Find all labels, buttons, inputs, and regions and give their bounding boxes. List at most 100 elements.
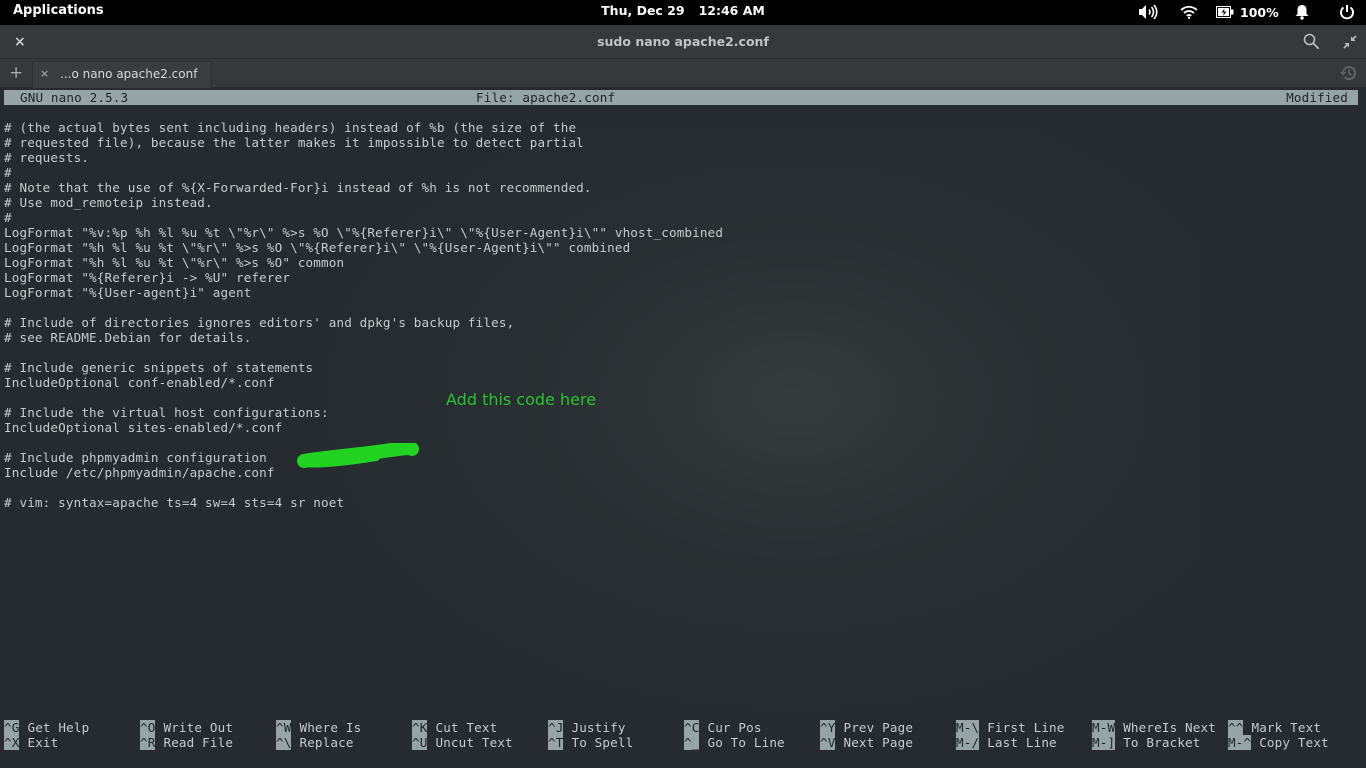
- tab-nano-apache2[interactable]: × ...o nano apache2.conf: [32, 61, 212, 88]
- shortcut-key: ^X: [4, 735, 20, 750]
- shortcut-label: Copy Text: [1259, 735, 1329, 750]
- annotation-text: Add this code here: [446, 390, 597, 409]
- wifi-icon[interactable]: [1180, 3, 1198, 21]
- shortcut-label: Replace: [299, 735, 354, 750]
- shortcut-read-file[interactable]: ^R Read File: [140, 735, 233, 750]
- notifications-bell-icon[interactable]: [1295, 3, 1309, 21]
- shortcut-write-out[interactable]: ^O Write Out: [140, 720, 233, 735]
- battery-icon[interactable]: [1216, 3, 1234, 21]
- new-tab-button[interactable]: +: [9, 63, 23, 83]
- window-titlebar: × sudo nano apache2.conf: [0, 25, 1366, 59]
- shortcut-label: Cut Text: [435, 720, 498, 735]
- search-icon[interactable]: [1303, 33, 1320, 54]
- code-line: #: [4, 165, 12, 180]
- window-title: sudo nano apache2.conf: [597, 34, 769, 49]
- shortcut-label: Last Line: [987, 735, 1057, 750]
- code-line: # Use mod_remoteip instead.: [4, 195, 213, 210]
- shortcut-go-to-line[interactable]: ^_ Go To Line: [684, 735, 785, 750]
- shortcut-key: ^O: [140, 720, 156, 735]
- shortcut-justify[interactable]: ^J Justify: [548, 720, 626, 735]
- shortcut-copy-text[interactable]: M-^ Copy Text: [1228, 735, 1329, 750]
- shortcut-key: ^\: [276, 735, 292, 750]
- shortcut-key: ^K: [412, 720, 428, 735]
- code-line: # see README.Debian for details.: [4, 330, 252, 345]
- shortcut-label: WhereIs Next: [1123, 720, 1216, 735]
- shortcut-last-line[interactable]: M-/ Last Line: [956, 735, 1057, 750]
- shortcut-uncut-text[interactable]: ^U Uncut Text: [412, 735, 513, 750]
- shortcut-label: Next Page: [843, 735, 914, 750]
- code-line: # vim: syntax=apache ts=4 sw=4 sts=4 sr …: [4, 495, 345, 510]
- shortcut-label: Exit: [27, 735, 59, 750]
- shortcut-prev-page[interactable]: ^Y Prev Page: [820, 720, 913, 735]
- code-line: # Note that the use of %{X-Forwarded-For…: [4, 180, 592, 195]
- shortcut-label: Cur Pos: [707, 720, 762, 735]
- unmaximize-icon[interactable]: [1343, 34, 1357, 53]
- shortcut-key: ^W: [276, 720, 292, 735]
- shortcut-key: M-/: [956, 735, 980, 750]
- shortcut-exit[interactable]: ^X Exit: [4, 735, 58, 750]
- code-line: LogFormat "%v:%p %h %l %u %t \"%r\" %>s …: [4, 225, 724, 240]
- shortcut-key: ^^: [1228, 720, 1244, 735]
- shortcut-whereis-next[interactable]: M-W WhereIs Next: [1092, 720, 1216, 735]
- shortcut-get-help[interactable]: ^G Get Help: [4, 720, 89, 735]
- shortcut-key: ^V: [820, 735, 836, 750]
- code-line: LogFormat "%{Referer}i -> %U" referer: [4, 270, 291, 285]
- code-line: # Include generic snippets of statements: [4, 360, 314, 375]
- shortcut-label: Get Help: [27, 720, 90, 735]
- nano-header-bar: GNU nano 2.5.3 File: apache2.conf Modifi…: [4, 90, 1358, 105]
- shortcut-key: ^J: [548, 720, 564, 735]
- history-icon[interactable]: [1339, 64, 1357, 86]
- shortcut-key: ^Y: [820, 720, 836, 735]
- clock-time[interactable]: 12:46 AM: [699, 3, 765, 18]
- code-line: # requested file), because the latter ma…: [4, 135, 584, 150]
- shortcut-label: To Spell: [571, 735, 634, 750]
- code-line: # (the actual bytes sent including heade…: [4, 120, 577, 135]
- nano-version: GNU nano 2.5.3: [20, 90, 129, 105]
- shortcut-label: Prev Page: [843, 720, 914, 735]
- clock[interactable]: Thu, Dec 29 12:46 AM: [0, 3, 1366, 18]
- nano-modified-status: Modified: [1286, 90, 1348, 105]
- shortcut-key: M-^: [1228, 735, 1252, 750]
- shortcut-key: ^U: [412, 735, 428, 750]
- shortcut-label: Write Out: [163, 720, 234, 735]
- shortcut-next-page[interactable]: ^V Next Page: [820, 735, 913, 750]
- shortcut-key: ^R: [140, 735, 156, 750]
- shortcut-label: Where Is: [299, 720, 362, 735]
- shortcut-cur-pos[interactable]: ^C Cur Pos: [684, 720, 762, 735]
- nano-filename: File: apache2.conf: [476, 90, 616, 105]
- shortcut-to-spell[interactable]: ^T To Spell: [548, 735, 633, 750]
- shortcut-key: ^_: [684, 735, 700, 750]
- shortcut-label: Uncut Text: [435, 735, 513, 750]
- clock-date[interactable]: Thu, Dec 29: [601, 3, 684, 18]
- shortcut-where-is[interactable]: ^W Where Is: [276, 720, 361, 735]
- code-line: IncludeOptional conf-enabled/*.conf: [4, 375, 275, 390]
- shortcut-cut-text[interactable]: ^K Cut Text: [412, 720, 497, 735]
- shortcut-first-line[interactable]: M-\ First Line: [956, 720, 1065, 735]
- volume-icon[interactable]: [1138, 3, 1158, 21]
- tab-bar: + × ...o nano apache2.conf: [0, 59, 1366, 88]
- code-line: IncludeOptional sites-enabled/*.conf: [4, 420, 283, 435]
- highlight-scribble: [297, 443, 419, 468]
- code-line: LogFormat "%{User-agent}i" agent: [4, 285, 252, 300]
- terminal-area[interactable]: GNU nano 2.5.3 File: apache2.conf Modifi…: [0, 88, 1366, 768]
- power-icon[interactable]: [1339, 3, 1355, 21]
- shortcut-label: Justify: [571, 720, 626, 735]
- shortcut-key: ^G: [4, 720, 20, 735]
- shortcut-key: ^T: [548, 735, 564, 750]
- code-line: LogFormat "%h %l %u %t \"%r\" %>s %O" co…: [4, 255, 345, 270]
- tab-label: ...o nano apache2.conf: [60, 67, 198, 81]
- code-line: #: [4, 210, 12, 225]
- applications-menu[interactable]: Applications: [13, 3, 104, 18]
- shortcut-label: To Bracket: [1123, 735, 1201, 750]
- shortcut-key: M-W: [1092, 720, 1116, 735]
- battery-percentage[interactable]: 100%: [1240, 3, 1279, 21]
- code-line: LogFormat "%h %l %u %t \"%r\" %>s %O \"%…: [4, 240, 631, 255]
- tab-close-icon[interactable]: ×: [40, 67, 49, 80]
- shortcut-mark-text[interactable]: ^^ Mark Text: [1228, 720, 1321, 735]
- shortcut-key: M-\: [956, 720, 980, 735]
- shortcut-replace[interactable]: ^\ Replace: [276, 735, 354, 750]
- shortcut-to-bracket[interactable]: M-] To Bracket: [1092, 735, 1201, 750]
